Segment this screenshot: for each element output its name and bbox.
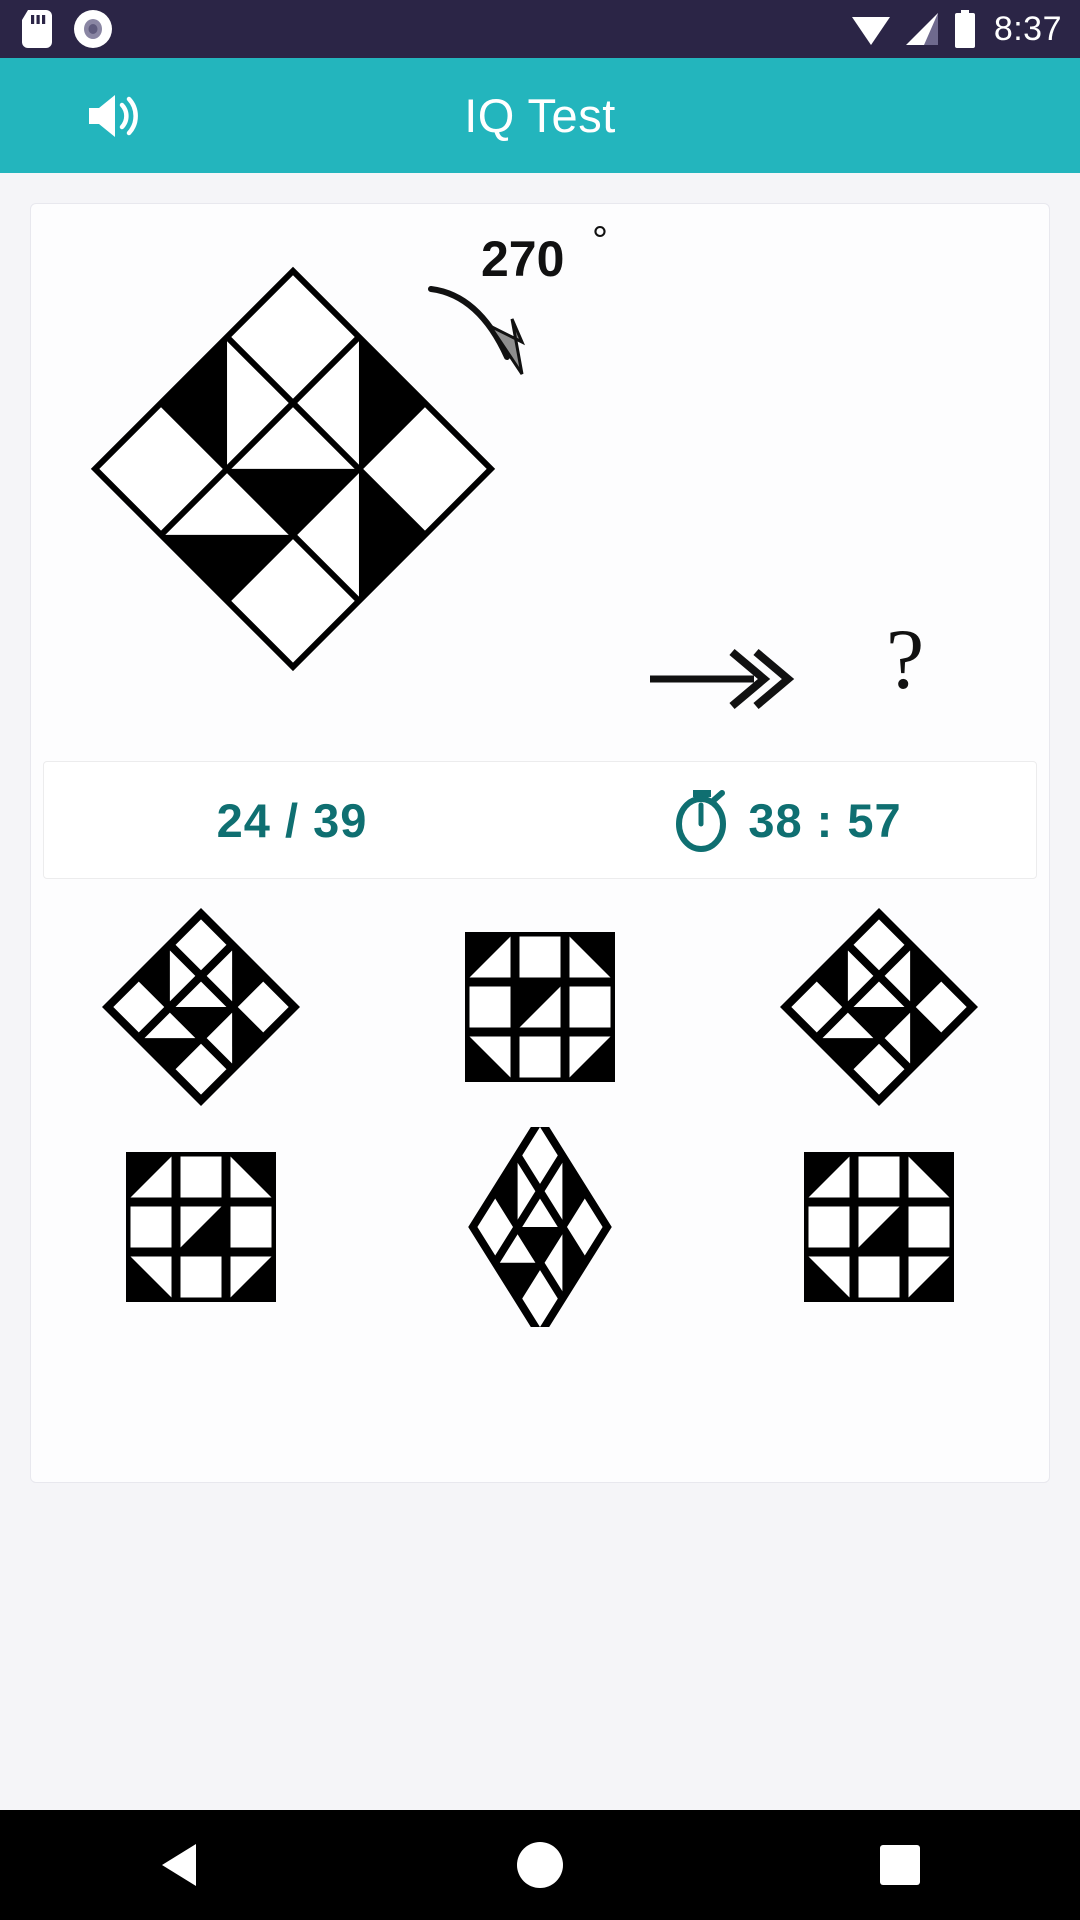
- nav-home-button[interactable]: [480, 1810, 600, 1920]
- curved-rotation-arrow-icon: [428, 286, 510, 360]
- android-navigation-bar: [0, 1810, 1080, 1920]
- option-5-figure: [468, 1127, 612, 1327]
- nav-back-button[interactable]: [120, 1810, 240, 1920]
- status-bar: 8:37: [0, 0, 1080, 58]
- record-icon: [74, 10, 112, 48]
- answer-options-grid: [31, 879, 1049, 1482]
- answer-placeholder-question-mark: ?: [886, 611, 925, 707]
- rotation-arrowhead-icon: [485, 318, 526, 375]
- timer-group: 38 : 57: [540, 788, 1036, 852]
- back-triangle-icon: [162, 1844, 196, 1886]
- cellular-signal-icon: [905, 13, 938, 45]
- app-bar: IQ Test: [0, 58, 1080, 173]
- option-2-figure: [464, 932, 615, 1082]
- home-circle-icon: [517, 1842, 563, 1888]
- rotation-annotation: 270 °: [428, 219, 608, 375]
- battery-icon: [954, 10, 975, 48]
- answer-option-5[interactable]: [370, 1117, 709, 1337]
- countdown-timer: 38 : 57: [748, 793, 902, 847]
- double-chevron-right-arrow-icon: [650, 648, 795, 710]
- nav-recents-button[interactable]: [840, 1810, 960, 1920]
- recents-square-icon: [880, 1845, 920, 1885]
- option-4-figure: [125, 1152, 276, 1302]
- progress-strip: 24 / 39 38 : 57: [43, 761, 1037, 879]
- degree-symbol-label: °: [592, 219, 608, 263]
- status-bar-clock: 8:37: [993, 9, 1062, 48]
- page-title: IQ Test: [464, 89, 616, 142]
- stopwatch-icon: [676, 790, 727, 852]
- volume-up-icon[interactable]: [78, 81, 148, 151]
- stimulus-area: 270 ° ?: [31, 204, 1049, 739]
- option-3-figure: [780, 908, 979, 1106]
- status-bar-right-icons: 8:37: [850, 10, 1062, 49]
- answer-option-1[interactable]: [31, 897, 370, 1117]
- question-progress-counter: 24 / 39: [216, 793, 368, 847]
- volume-up-glyph: [89, 94, 138, 137]
- option-1-figure: [101, 908, 300, 1106]
- question-card: 270 ° ? 24 / 39 38 : 57: [30, 203, 1050, 1483]
- wifi-icon: [851, 17, 890, 45]
- answer-option-2[interactable]: [370, 897, 709, 1117]
- answer-option-3[interactable]: [710, 897, 1049, 1117]
- option-6-figure: [804, 1152, 955, 1302]
- answer-option-4[interactable]: [31, 1117, 370, 1337]
- answer-option-6[interactable]: [710, 1117, 1049, 1337]
- sd-card-icon: [22, 10, 52, 48]
- status-bar-left-icons: [22, 10, 112, 48]
- rotation-degrees-label: 270: [481, 231, 564, 287]
